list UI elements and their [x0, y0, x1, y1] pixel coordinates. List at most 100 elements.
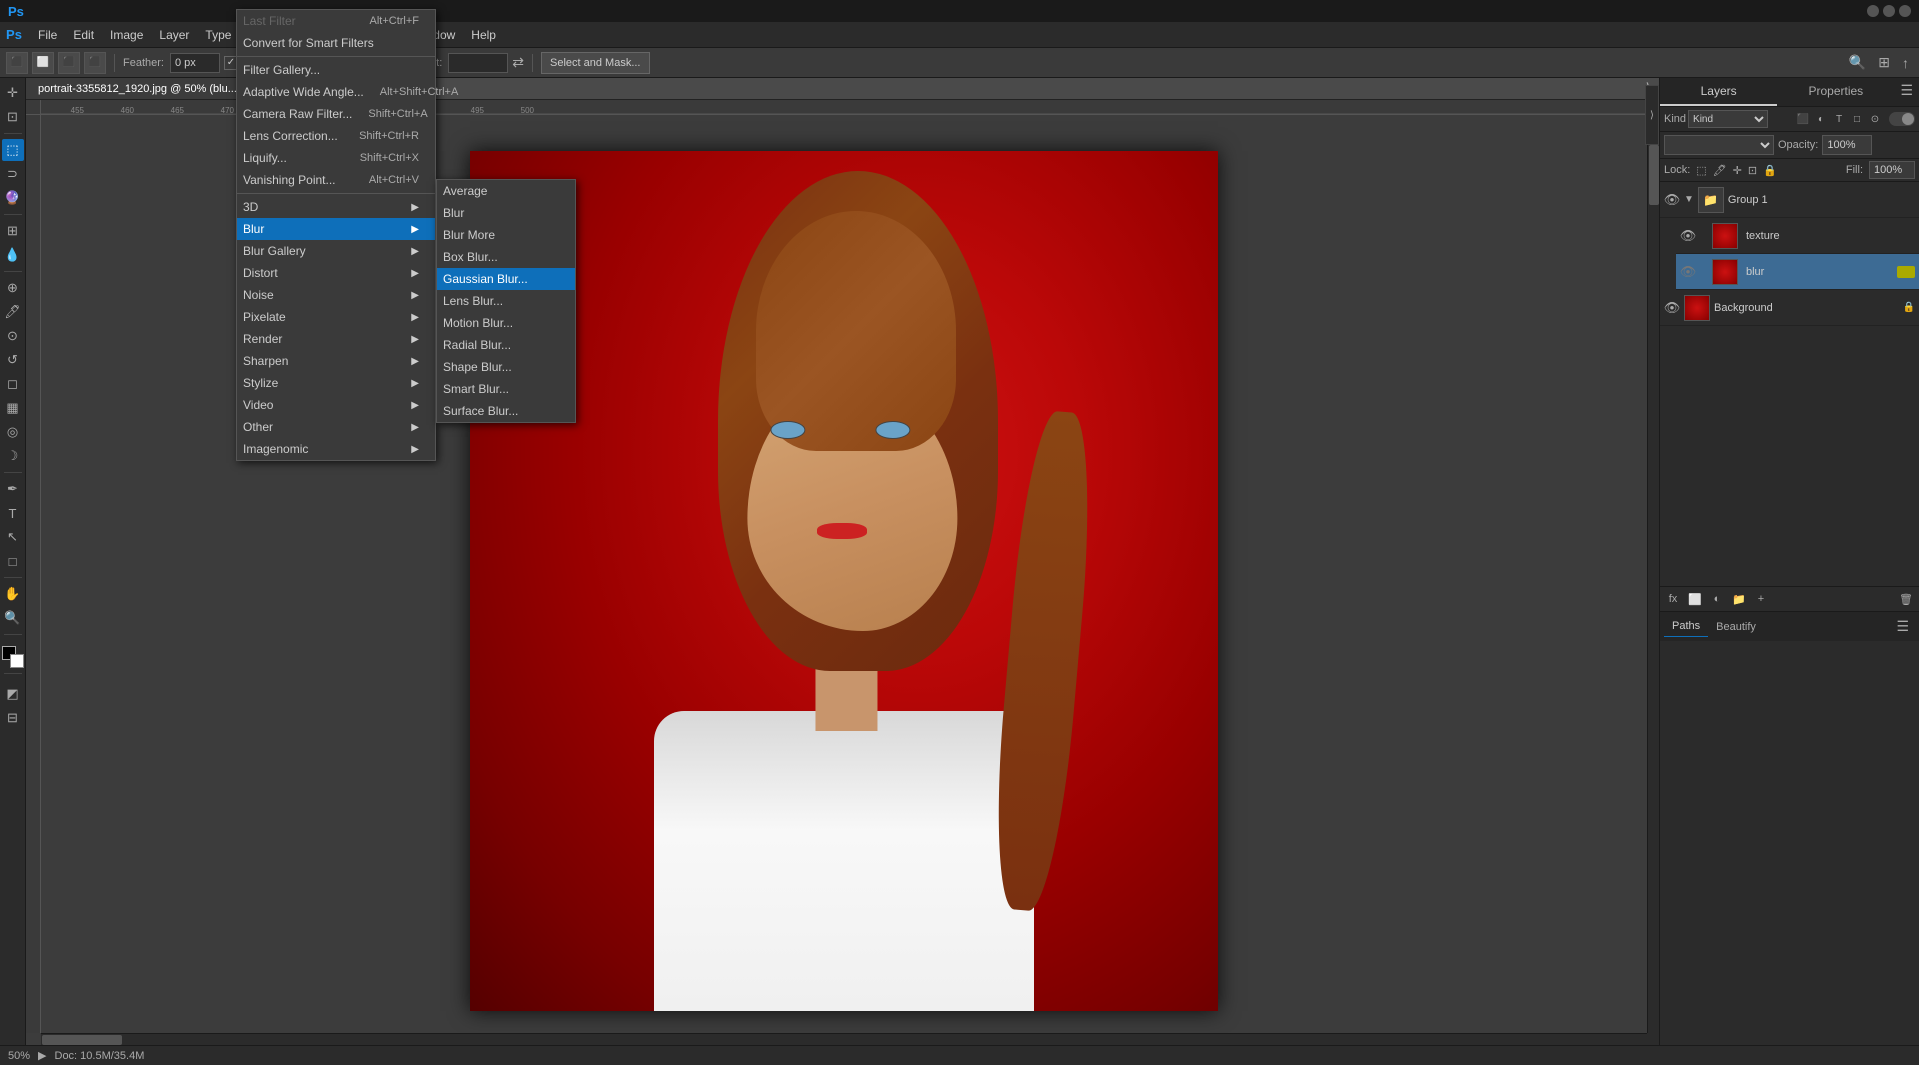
tool-options-icon3[interactable]: ⬛	[58, 52, 80, 74]
tab-beautify[interactable]: Beautify	[1708, 617, 1764, 637]
filter-menu-item-blur-gallery[interactable]: Blur Gallery ▶	[237, 240, 435, 262]
tool-history[interactable]: ↺	[2, 349, 24, 371]
tool-eyedropper[interactable]: 💧	[2, 244, 24, 266]
feather-input[interactable]	[170, 53, 220, 73]
tool-text[interactable]: T	[2, 502, 24, 524]
tool-spot-heal[interactable]: ⊕	[2, 277, 24, 299]
filter-toggle[interactable]	[1889, 112, 1915, 126]
filter-menu-item-blur[interactable]: Blur ▶	[237, 218, 435, 240]
paths-panel-menu[interactable]: ☰	[1890, 614, 1915, 639]
tool-pen[interactable]: ✒	[2, 478, 24, 500]
filter-menu-item-pixelate[interactable]: Pixelate ▶	[237, 306, 435, 328]
filter-menu-item-distort[interactable]: Distort ▶	[237, 262, 435, 284]
blur-submenu-lens-blur[interactable]: Lens Blur...	[437, 290, 575, 312]
lock-artboard-icon[interactable]: ⊡	[1748, 164, 1757, 177]
filter-menu-item-last-filter[interactable]: Last Filter Alt+Ctrl+F	[237, 10, 435, 32]
tool-hand[interactable]: ✋	[2, 583, 24, 605]
lock-pixels-icon[interactable]: 🖊	[1713, 164, 1727, 177]
blur-submenu-box-blur[interactable]: Box Blur...	[437, 246, 575, 268]
menu-help[interactable]: Help	[463, 25, 504, 45]
minimize-btn[interactable]	[1867, 5, 1879, 17]
tab-properties[interactable]: Properties	[1777, 78, 1894, 106]
layer-item-texture[interactable]: 👁 texture	[1676, 218, 1919, 254]
filter-menu-item-noise[interactable]: Noise ▶	[237, 284, 435, 306]
blur-submenu-smart-blur[interactable]: Smart Blur...	[437, 378, 575, 400]
layer-visibility-blur[interactable]: 👁	[1680, 264, 1696, 280]
tool-move[interactable]: ✛	[2, 82, 24, 104]
layer-new-btn[interactable]: +	[1752, 590, 1770, 608]
menu-image[interactable]: Image	[102, 25, 151, 45]
tool-eraser[interactable]: ◻	[2, 373, 24, 395]
filter-menu-item-gallery[interactable]: Filter Gallery...	[237, 59, 435, 81]
tool-options-icon2[interactable]: ⬜	[32, 52, 54, 74]
filter-menu-item-render[interactable]: Render ▶	[237, 328, 435, 350]
horizontal-scrollbar[interactable]	[41, 1033, 1647, 1045]
layer-group-group1[interactable]: 👁 ▼ 📁 Group 1	[1660, 182, 1919, 218]
panel-collapse-btn[interactable]: ⟩	[1645, 85, 1659, 145]
filter-menu-item-3d[interactable]: 3D ▶	[237, 196, 435, 218]
filter-menu-item-vanishing-point[interactable]: Vanishing Point... Alt+Ctrl+V	[237, 169, 435, 191]
group-arrow-group1[interactable]: ▼	[1684, 194, 1694, 205]
restore-btn[interactable]	[1883, 5, 1895, 17]
filter-menu-item-liquify[interactable]: Liquify... Shift+Ctrl+X	[237, 147, 435, 169]
tool-artboard[interactable]: ⊡	[2, 106, 24, 128]
filter-menu-item-other[interactable]: Other ▶	[237, 416, 435, 438]
close-btn[interactable]	[1899, 5, 1911, 17]
layer-delete-btn[interactable]: 🗑	[1897, 590, 1915, 608]
lock-transparent-icon[interactable]: ⬚	[1696, 164, 1706, 177]
status-arrow[interactable]: ▶	[38, 1049, 46, 1062]
layer-item-background[interactable]: 👁 Background 🔒	[1660, 290, 1919, 326]
kind-dropdown[interactable]: Kind	[1688, 110, 1768, 128]
filter-pixel-icon[interactable]: ⬛	[1795, 111, 1811, 127]
tool-zoom[interactable]: 🔍	[2, 607, 24, 629]
layer-visibility-texture[interactable]: 👁	[1680, 228, 1696, 244]
blend-mode-dropdown[interactable]: Normal	[1664, 135, 1774, 155]
arrange-icon[interactable]: ⊞	[1874, 54, 1894, 71]
tool-stamp[interactable]: ⊙	[2, 325, 24, 347]
canvas-tab-active[interactable]: portrait-3355812_1920.jpg @ 50% (blu...	[26, 78, 250, 99]
tool-screen-mode[interactable]: ⊟	[2, 707, 24, 729]
tool-brush[interactable]: 🖊	[2, 301, 24, 323]
layer-item-blur[interactable]: 👁 blur	[1676, 254, 1919, 290]
tab-paths[interactable]: Paths	[1664, 616, 1708, 637]
filter-menu-item-imagenomic[interactable]: Imagenomic ▶	[237, 438, 435, 460]
blur-submenu-blur-more[interactable]: Blur More	[437, 224, 575, 246]
share-icon[interactable]: ↑	[1898, 55, 1913, 71]
filter-menu-item-camera-raw[interactable]: Camera Raw Filter... Shift+Ctrl+A	[237, 103, 435, 125]
menu-type[interactable]: Type	[197, 25, 239, 45]
blur-submenu-radial-blur[interactable]: Radial Blur...	[437, 334, 575, 356]
blur-submenu-motion-blur[interactable]: Motion Blur...	[437, 312, 575, 334]
vertical-scrollbar[interactable]	[1647, 115, 1659, 1033]
blur-submenu-surface-blur[interactable]: Surface Blur...	[437, 400, 575, 422]
menu-file[interactable]: File	[30, 25, 65, 45]
layer-mask-btn[interactable]: ⬜	[1686, 590, 1704, 608]
menu-edit[interactable]: Edit	[65, 25, 102, 45]
select-mask-button[interactable]: Select and Mask...	[541, 52, 650, 74]
fill-input[interactable]: 100%	[1869, 161, 1915, 179]
background-color[interactable]	[10, 654, 24, 668]
filter-text-icon[interactable]: T	[1831, 111, 1847, 127]
height-input[interactable]	[448, 53, 508, 73]
filter-menu-item-convert-smart[interactable]: Convert for Smart Filters	[237, 32, 435, 54]
blur-submenu-average[interactable]: Average	[437, 180, 575, 202]
tool-quick-select[interactable]: 🔮	[2, 187, 24, 209]
layer-visibility-group1[interactable]: 👁	[1664, 192, 1680, 208]
filter-shape-icon[interactable]: □	[1849, 111, 1865, 127]
blur-submenu-gaussian-blur[interactable]: Gaussian Blur...	[437, 268, 575, 290]
tool-lasso[interactable]: ⊃	[2, 163, 24, 185]
filter-menu-item-sharpen[interactable]: Sharpen ▶	[237, 350, 435, 372]
search-icon[interactable]: 🔍	[1845, 54, 1870, 71]
filter-menu-item-adaptive-wide[interactable]: Adaptive Wide Angle... Alt+Shift+Ctrl+A	[237, 81, 435, 103]
filter-smart-icon[interactable]: ⊙	[1867, 111, 1883, 127]
blur-submenu-blur[interactable]: Blur	[437, 202, 575, 224]
tool-options-icon1[interactable]: ⬛	[6, 52, 28, 74]
tool-path-select[interactable]: ↖	[2, 526, 24, 548]
layer-visibility-background[interactable]: 👁	[1664, 300, 1680, 316]
tool-blur-tool[interactable]: ◎	[2, 421, 24, 443]
tool-shape[interactable]: □	[2, 550, 24, 572]
tab-layers[interactable]: Layers	[1660, 78, 1777, 106]
tool-options-icon4[interactable]: ⬛	[84, 52, 106, 74]
tool-dodge[interactable]: ☽	[2, 445, 24, 467]
tool-gradient[interactable]: ▦	[2, 397, 24, 419]
filter-adjustment-icon[interactable]: ◐	[1813, 111, 1829, 127]
